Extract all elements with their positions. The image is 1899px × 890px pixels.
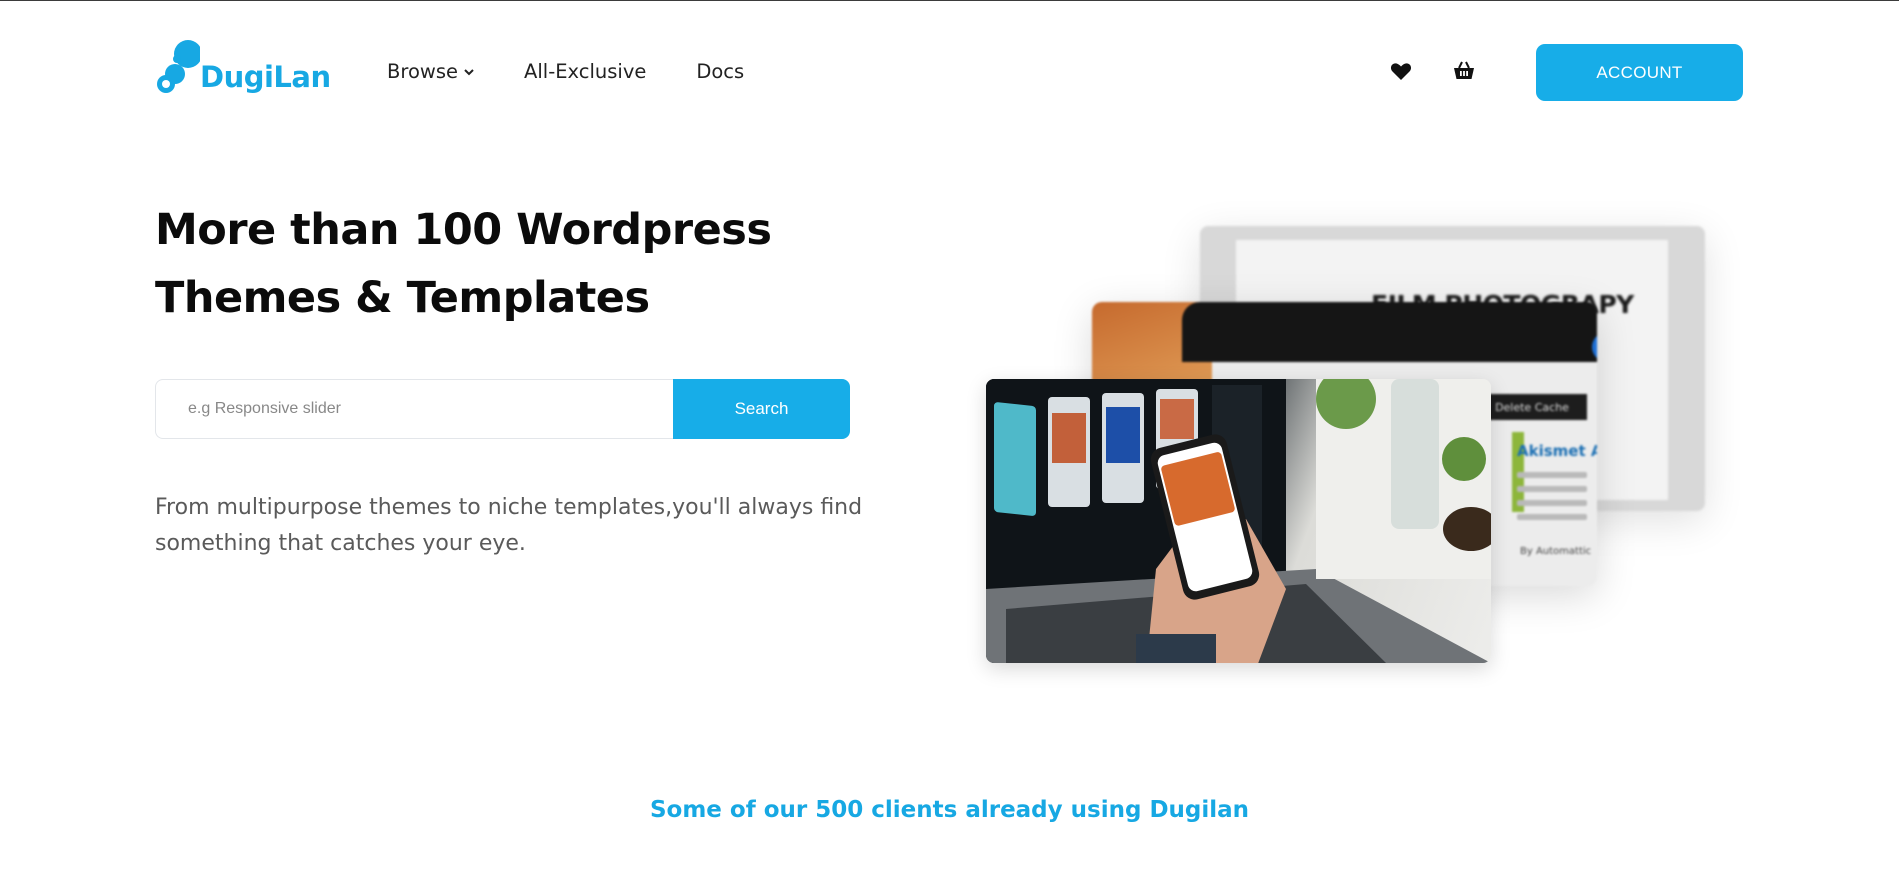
preview-text-lines (1517, 472, 1587, 528)
nav-item-all-exclusive[interactable]: All-Exclusive (524, 60, 646, 83)
search-button[interactable]: Search (673, 379, 850, 439)
chevron-down-icon (464, 68, 474, 75)
preview-delete-button: Delete Cache (1477, 394, 1587, 420)
clients-heading: Some of our 500 clients already using Du… (649, 797, 1250, 823)
basket-icon[interactable] (1452, 59, 1476, 83)
laptop-phone-photo (986, 379, 1491, 663)
search-input[interactable] (155, 379, 673, 439)
logo-mark-icon (157, 40, 200, 93)
top-border (0, 0, 1899, 1)
search-form: Search (155, 379, 850, 439)
hero-title-line1: More than 100 Wordpress (155, 205, 772, 255)
nav-item-browse[interactable]: Browse (387, 60, 474, 83)
brand-name: DugiLan (200, 60, 331, 94)
nav-item-label: Docs (696, 60, 745, 83)
nav-item-docs[interactable]: Docs (696, 60, 744, 83)
main-nav: Browse All-Exclusive Docs (387, 60, 744, 83)
hero-title: More than 100 Wordpress Themes & Templat… (155, 196, 855, 332)
hero-description: From multipurpose themes to niche templa… (155, 495, 863, 556)
preview-plugin-title: Akismet An (1517, 442, 1597, 460)
nav-item-label: Browse (387, 60, 459, 83)
preview-byline: By Automattic (1520, 546, 1592, 557)
preview-dark-bar (1182, 302, 1597, 362)
theme-preview-photo (986, 379, 1491, 663)
hero-title-line2: Themes & Templates (155, 273, 650, 323)
account-button[interactable]: ACCOUNT (1536, 44, 1743, 101)
nav-item-label: All-Exclusive (524, 60, 647, 83)
heart-icon[interactable] (1389, 59, 1413, 83)
